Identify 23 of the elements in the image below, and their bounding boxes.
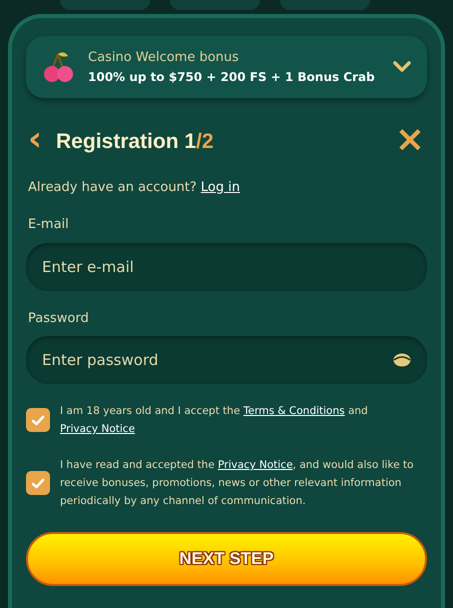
consent-text: I am 18 years old and I accept the Terms & Conditions and Privacy Notice (60, 404, 369, 437)
consent-link[interactable]: Privacy Notice (60, 423, 135, 435)
consent-link[interactable]: Privacy Notice (218, 459, 293, 471)
check-icon (31, 414, 45, 426)
consent-checkbox[interactable] (26, 408, 50, 432)
login-prompt: Already have an account? Log in (28, 178, 241, 196)
close-button[interactable]: × (394, 122, 425, 158)
form-title: Registration 1/2 (56, 128, 214, 154)
consent-text: I have read and accepted the Privacy Notice, and would also like to receive bonuses, promotions, news or other relevant information periodically by any channel of communication. (60, 458, 415, 509)
field-label: E-mail (28, 216, 70, 234)
email-field[interactable]: Enter e-mail (26, 242, 427, 290)
bonus-card[interactable]: Casino Welcome bonus 100% up to $750 + 200 FS + 1 Bonus Crab (26, 36, 427, 98)
login-link[interactable]: Log in (200, 180, 240, 194)
field-label: Password (28, 310, 90, 328)
consent-checkbox[interactable] (26, 471, 50, 495)
check-icon (31, 478, 45, 488)
bonus-offer: 100% up to $750 + 200 FS + 1 Bonus Crab (88, 68, 375, 86)
password-field[interactable]: Enter password (26, 336, 427, 384)
bonus-title: Casino Welcome bonus (88, 49, 240, 67)
back-button[interactable]: ‹ (28, 122, 42, 156)
consent-link[interactable]: Terms & Conditions (243, 405, 345, 417)
cherries-icon (42, 50, 76, 84)
eye-icon[interactable] (393, 353, 411, 367)
